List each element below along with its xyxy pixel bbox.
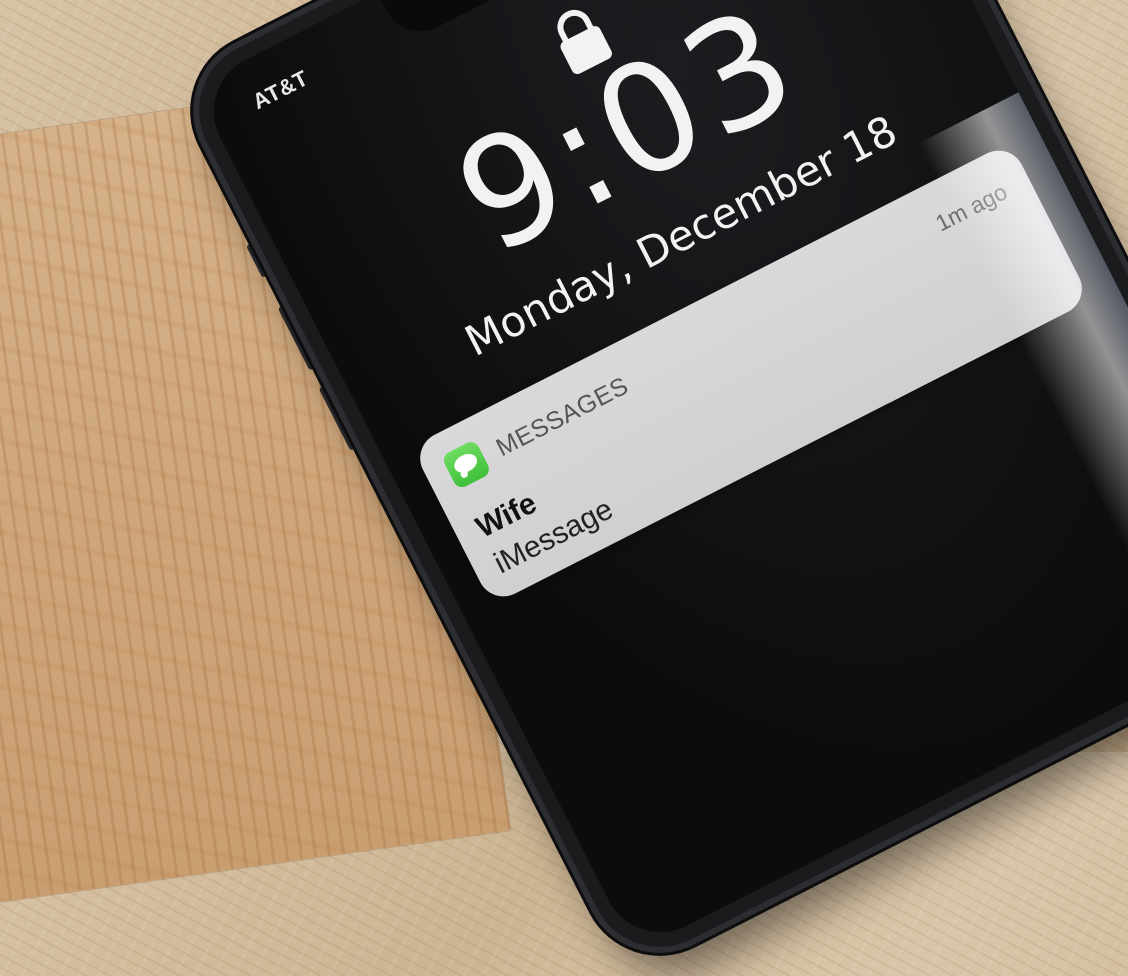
screen-reflection (918, 70, 1128, 767)
messages-icon (440, 439, 492, 491)
carrier-label: AT&T (248, 65, 313, 115)
notification-app-name: MESSAGES (491, 371, 633, 463)
